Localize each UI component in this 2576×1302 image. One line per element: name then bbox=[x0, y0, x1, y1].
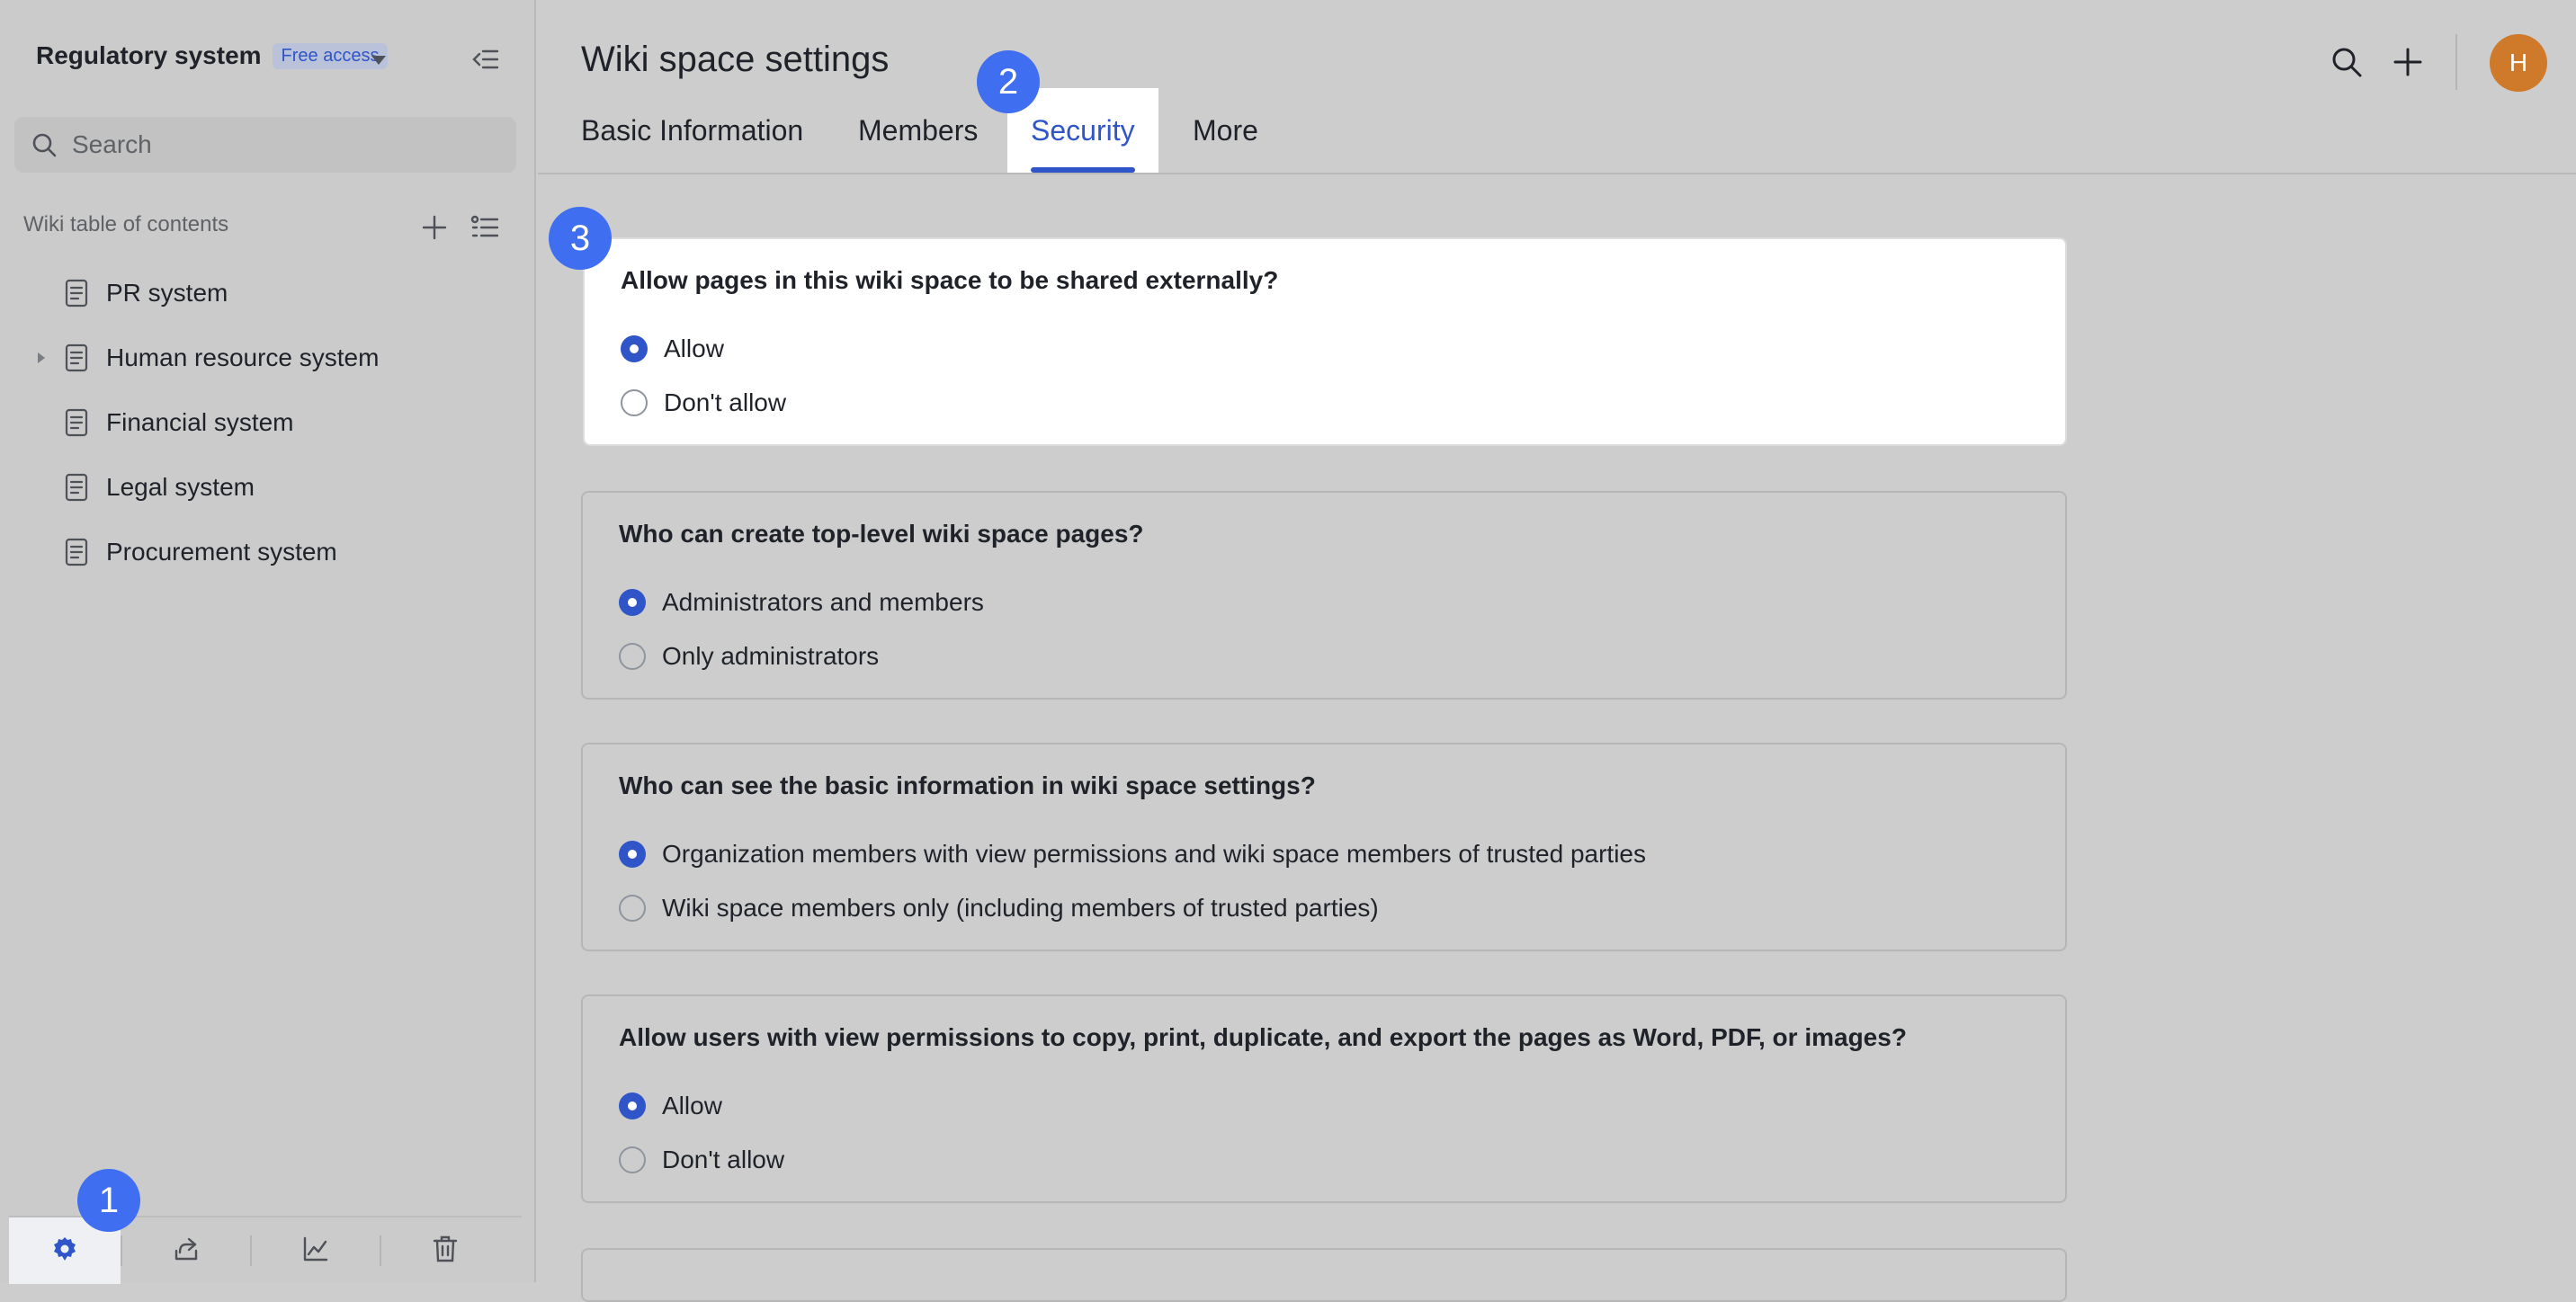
radio-button[interactable] bbox=[619, 589, 646, 616]
radio-label: Organization members with view permissio… bbox=[662, 840, 1646, 868]
divider bbox=[2455, 34, 2457, 90]
avatar[interactable]: H bbox=[2490, 34, 2547, 92]
add-page-icon[interactable] bbox=[417, 210, 452, 245]
radio-option-org-members[interactable]: Organization members with view permissio… bbox=[619, 840, 1646, 869]
radio-label: Allow bbox=[664, 334, 724, 362]
space-switcher[interactable]: Regulatory system Free access bbox=[36, 41, 389, 70]
document-icon bbox=[61, 342, 92, 374]
search-placeholder: Search bbox=[72, 130, 152, 158]
search-icon bbox=[29, 129, 59, 160]
radio-option-allow[interactable]: Allow bbox=[621, 334, 724, 363]
space-title: Regulatory system bbox=[36, 41, 262, 69]
radio-button[interactable] bbox=[619, 643, 646, 670]
document-icon bbox=[61, 471, 92, 504]
radio-option-admins-and-members[interactable]: Administrators and members bbox=[619, 588, 984, 617]
setting-card-partial bbox=[581, 1248, 2067, 1302]
analytics-button[interactable] bbox=[252, 1217, 380, 1284]
gear-icon bbox=[51, 1235, 78, 1267]
toc-item-label: Procurement system bbox=[106, 538, 337, 566]
setting-card-external-sharing: Allow pages in this wiki space to be sha… bbox=[583, 237, 2067, 446]
radio-option-dont-allow[interactable]: Don't allow bbox=[619, 1146, 784, 1174]
radio-button[interactable] bbox=[621, 389, 648, 416]
chart-icon bbox=[302, 1235, 329, 1267]
toc-item-label: Financial system bbox=[106, 408, 294, 436]
radio-button[interactable] bbox=[619, 1146, 646, 1173]
radio-button[interactable] bbox=[619, 841, 646, 868]
expand-arrow-icon[interactable] bbox=[32, 349, 50, 367]
document-icon bbox=[61, 277, 92, 309]
search-icon[interactable] bbox=[2328, 43, 2366, 81]
toc-item-human-resource-system[interactable]: Human resource system bbox=[0, 326, 534, 390]
list-view-icon[interactable] bbox=[468, 210, 502, 245]
radio-label: Only administrators bbox=[662, 642, 880, 670]
document-icon bbox=[61, 536, 92, 568]
setting-question: Who can see the basic information in wik… bbox=[619, 771, 1316, 799]
step-marker-3: 3 bbox=[549, 207, 612, 270]
setting-card-create-pages: Who can create top-level wiki space page… bbox=[581, 491, 2067, 700]
radio-button[interactable] bbox=[621, 335, 648, 362]
toc-item-label: PR system bbox=[106, 279, 228, 307]
radio-button[interactable] bbox=[619, 895, 646, 922]
radio-label: Wiki space members only (including membe… bbox=[662, 894, 1379, 922]
setting-card-basic-info-visibility: Who can see the basic information in wik… bbox=[581, 743, 2067, 951]
toc-item-legal-system[interactable]: Legal system bbox=[0, 455, 534, 520]
setting-card-copy-export: Allow users with view permissions to cop… bbox=[581, 994, 2067, 1203]
sidebar: Regulatory system Free access Search Wik… bbox=[0, 0, 536, 1284]
toc-item-label: Human resource system bbox=[106, 343, 380, 371]
radio-option-dont-allow[interactable]: Don't allow bbox=[621, 388, 786, 417]
tab-bar: Basic Information Members Security More bbox=[538, 88, 2576, 174]
step-marker-2: 2 bbox=[977, 50, 1040, 113]
toc-item-pr-system[interactable]: PR system bbox=[0, 261, 534, 326]
main-content: Wiki space settings H Basic Information … bbox=[538, 0, 2576, 1302]
radio-option-only-admins[interactable]: Only administrators bbox=[619, 642, 879, 671]
toc-heading: Wiki table of contents bbox=[23, 212, 229, 236]
tab-basic-information[interactable]: Basic Information bbox=[581, 88, 803, 173]
sidebar-bottom-toolbar bbox=[9, 1216, 522, 1284]
toc-item-label: Legal system bbox=[106, 473, 255, 501]
radio-option-space-members-only[interactable]: Wiki space members only (including membe… bbox=[619, 894, 1379, 923]
radio-label: Administrators and members bbox=[662, 588, 984, 616]
radio-label: Don't allow bbox=[664, 388, 787, 416]
add-icon[interactable] bbox=[2389, 43, 2427, 81]
radio-button[interactable] bbox=[619, 1092, 646, 1119]
caret-down-icon[interactable] bbox=[363, 45, 394, 76]
trash-button[interactable] bbox=[381, 1217, 509, 1284]
trash-icon bbox=[433, 1235, 458, 1267]
page-title: Wiki space settings bbox=[581, 40, 890, 79]
radio-label: Don't allow bbox=[662, 1146, 785, 1173]
collapse-sidebar-icon[interactable] bbox=[468, 41, 504, 77]
toc-item-procurement-system[interactable]: Procurement system bbox=[0, 520, 534, 584]
setting-question: Allow users with view permissions to cop… bbox=[619, 1023, 1907, 1051]
toc-list: PR system Human resource system Financia… bbox=[0, 261, 534, 584]
search-input[interactable]: Search bbox=[14, 117, 516, 173]
tab-members[interactable]: Members bbox=[858, 88, 978, 173]
share-button[interactable] bbox=[122, 1217, 250, 1284]
toc-item-financial-system[interactable]: Financial system bbox=[0, 390, 534, 455]
document-icon bbox=[61, 406, 92, 439]
setting-question: Allow pages in this wiki space to be sha… bbox=[621, 266, 1279, 294]
radio-label: Allow bbox=[662, 1092, 722, 1119]
tab-more[interactable]: More bbox=[1193, 88, 1258, 173]
setting-question: Who can create top-level wiki space page… bbox=[619, 520, 1144, 548]
radio-option-allow[interactable]: Allow bbox=[619, 1092, 722, 1120]
share-icon bbox=[173, 1235, 200, 1267]
step-marker-1: 1 bbox=[77, 1169, 140, 1232]
